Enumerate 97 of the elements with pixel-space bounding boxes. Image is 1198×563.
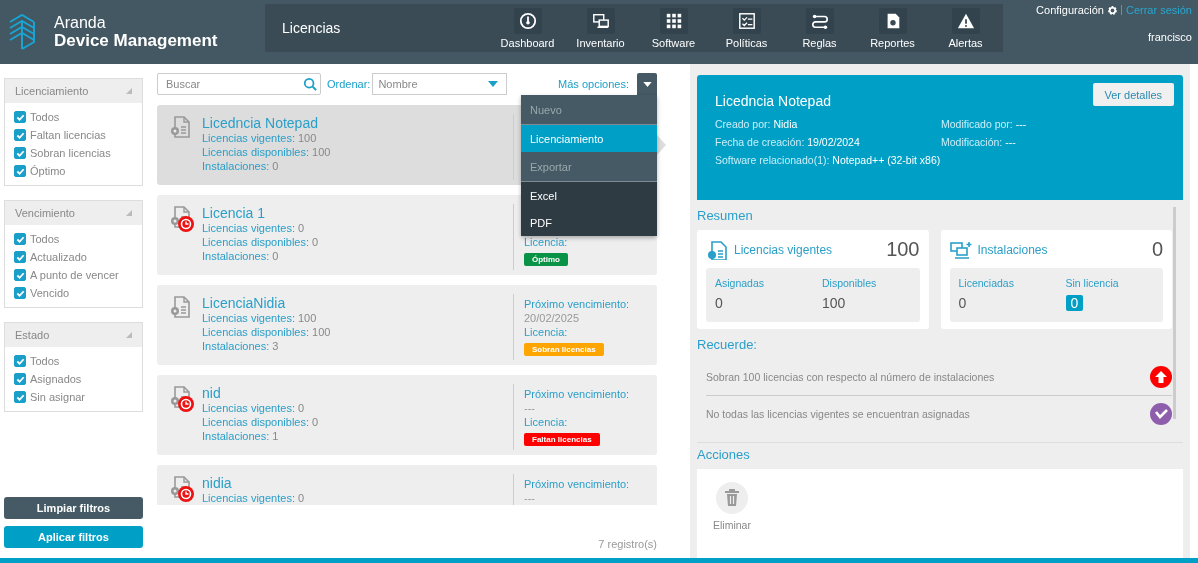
- detail-field: Fecha de creación: 19/02/2024: [715, 136, 941, 148]
- logout-link[interactable]: Cerrar sesión: [1120, 5, 1192, 15]
- checkbox-label: Faltan licencias: [30, 129, 106, 141]
- menu-section-label: Nuevo: [521, 95, 657, 125]
- filter-header[interactable]: Licenciamiento: [5, 79, 142, 103]
- license-name[interactable]: Licencia 1: [202, 205, 513, 221]
- license-name[interactable]: nidia: [202, 475, 513, 491]
- nav-item[interactable]: Reportes: [856, 7, 929, 49]
- stat-label: Licenciadas: [958, 277, 1014, 289]
- checkbox-label: Todos: [30, 111, 60, 123]
- brand-name: Aranda: [54, 15, 107, 31]
- nav-item[interactable]: Alertas: [929, 7, 1002, 49]
- product-name: Device Management: [54, 32, 218, 49]
- license-stat: Licencias vigentes: 0: [202, 491, 306, 505]
- delete-action[interactable]: Eliminar: [713, 482, 751, 558]
- nav-item[interactable]: Políticas: [710, 7, 783, 49]
- license-card[interactable]: nidia Licencias vigentes: 0 Próximo vencimiento: ---: [157, 465, 657, 505]
- nav-item[interactable]: Inventario: [564, 7, 637, 49]
- license-stat: Licencias disponibles: 0: [202, 235, 320, 249]
- filter-header[interactable]: Vencimiento: [5, 201, 142, 225]
- expiry-label: Próximo vencimiento:: [524, 298, 630, 312]
- expiry-date: ---: [524, 402, 536, 416]
- license-card[interactable]: nid Licencias vigentes: 0 Licencias disponibles: 0 Instalaciones: 1 Próximo vencimiento: --- Licencia: Faltan licencias: [157, 375, 657, 455]
- checkbox-label: Asignados: [30, 373, 82, 385]
- detail-field: Modificado por: ---: [941, 118, 1174, 130]
- expiry-date: ---: [524, 492, 536, 505]
- license-stat: Licencias vigentes: 0: [202, 221, 306, 235]
- checkbox-label: Sin asignar: [30, 391, 86, 403]
- detail-title: Licedncia Notepad: [715, 93, 831, 109]
- reminder-text: No todas las licencias vigentes se encuentran asignadas: [706, 408, 970, 420]
- sort-label: Ordenar:: [327, 78, 371, 90]
- checkbox-label: Vencido: [30, 287, 70, 299]
- stat-label: Asignadas: [715, 277, 765, 289]
- summary-total: 0: [1151, 238, 1163, 261]
- checkbox-label: Sobran licencias: [30, 147, 111, 159]
- filter-header[interactable]: Estado: [5, 323, 142, 347]
- expiry-date: 20/02/2025: [524, 312, 581, 326]
- checkbox-label: Todos: [30, 233, 60, 245]
- settings-link[interactable]: Configuración: [1036, 4, 1104, 16]
- menu-item[interactable]: Excel: [521, 182, 657, 209]
- license-name[interactable]: nid: [202, 385, 513, 401]
- apply-filters-button[interactable]: Aplicar filtros: [4, 526, 143, 548]
- stat-value: 0: [715, 295, 723, 311]
- detail-field: Software relacionado(1): Notepad++ (32-bit x86): [715, 154, 941, 166]
- license-stat: Instalaciones: 3: [202, 339, 280, 353]
- menu-section-label: Exportar: [521, 152, 657, 182]
- checkbox-label: Todos: [30, 355, 60, 367]
- license-status-label: Licencia:: [524, 416, 569, 430]
- status-badge: Faltan licencias: [524, 432, 600, 446]
- license-stat: Instalaciones: 0: [202, 249, 280, 263]
- user-name: francisco: [1147, 31, 1192, 43]
- expiry-label: Próximo vencimiento:: [524, 478, 630, 492]
- license-status-label: Licencia:: [524, 236, 568, 250]
- checkbox-label: Actualizado: [30, 251, 87, 263]
- reminder-text: Sobran 100 licencias con respecto al número de instalaciones: [706, 370, 995, 383]
- checkbox-label: A punto de vencer: [30, 269, 119, 281]
- license-name[interactable]: Licedncia Notepad: [202, 115, 513, 131]
- clear-filters-button[interactable]: Limpiar filtros: [4, 497, 143, 519]
- license-stat: Licencias vigentes: 0: [202, 401, 306, 415]
- nav-item[interactable]: Reglas: [783, 7, 856, 49]
- summary-title: Instalaciones: [977, 242, 1048, 257]
- stat-label: Disponibles: [822, 277, 877, 289]
- sort-dropdown[interactable]: Nombre: [372, 73, 508, 95]
- record-count: 7 registro(s): [598, 538, 657, 550]
- expiry-label: Próximo vencimiento:: [524, 388, 630, 402]
- page-title: Licencias: [281, 20, 342, 36]
- license-card[interactable]: LicenciaNidia Licencias vigentes: 100 Licencias disponibles: 100 Instalaciones: 3 Próximo vencimiento: 20/02/2025 Licencia: Sobran licencias: [157, 285, 657, 365]
- license-name[interactable]: LicenciaNidia: [202, 295, 513, 311]
- section-title: Resumen: [697, 208, 754, 223]
- stat-value: 0: [958, 295, 967, 311]
- detail-field: Creado por: Nidia: [715, 118, 941, 130]
- section-title: Recuerde:: [697, 337, 758, 352]
- view-details-button[interactable]: Ver detalles: [1092, 83, 1174, 106]
- status-badge: Sobran licencias: [524, 342, 604, 356]
- search-field[interactable]: Buscar: [157, 73, 321, 95]
- nav-item[interactable]: Software: [637, 7, 710, 49]
- license-stat: Licencias disponibles: 0: [202, 415, 320, 429]
- more-options-label: Más opciones:: [558, 78, 629, 90]
- license-stat: Instalaciones: 0: [202, 159, 280, 173]
- license-stat: Licencias disponibles: 100: [202, 145, 332, 159]
- summary-title: Licencias vigentes: [734, 242, 833, 257]
- license-stat: Licencias vigentes: 100: [202, 311, 318, 325]
- license-stat: Instalaciones: 1: [202, 429, 280, 443]
- menu-item[interactable]: PDF: [521, 209, 657, 236]
- status-badge: Óptimo: [524, 252, 568, 266]
- stat-label: Sin licencia: [1065, 277, 1119, 289]
- section-title: Acciones: [697, 442, 1183, 462]
- license-stat: Licencias disponibles: 100: [202, 325, 332, 339]
- license-status-label: Licencia:: [524, 326, 569, 340]
- stat-value: 100: [822, 295, 846, 311]
- menu-item[interactable]: Licenciamiento: [521, 125, 657, 152]
- checkbox-label: Óptimo: [30, 165, 66, 177]
- license-stat: Licencias vigentes: 100: [202, 131, 318, 145]
- nav-item[interactable]: Dashboard: [491, 7, 564, 49]
- stat-value: 0: [1065, 295, 1084, 311]
- summary-total: 100: [886, 238, 920, 261]
- detail-field: Modificación: ---: [941, 136, 1174, 148]
